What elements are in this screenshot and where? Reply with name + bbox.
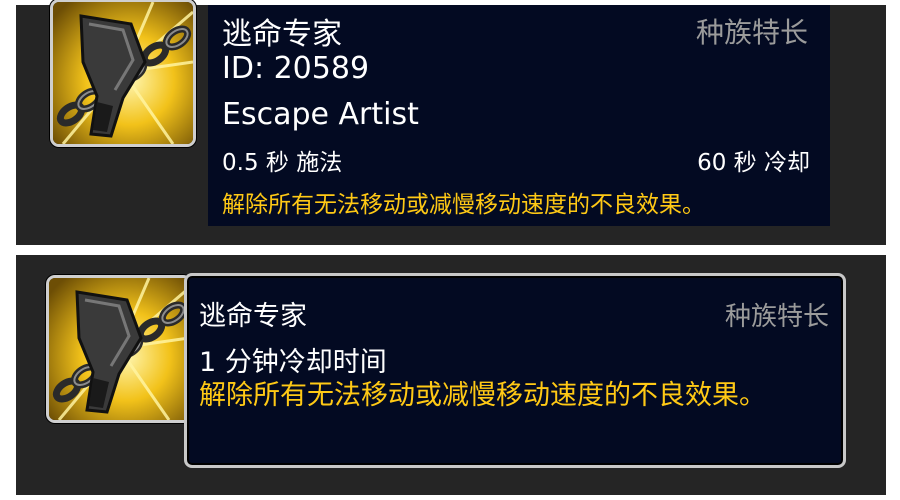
spell-cooldown: 60 秒 冷却 xyxy=(697,150,810,176)
escape-artist-icon-art xyxy=(53,2,193,144)
escape-artist-icon[interactable] xyxy=(46,275,192,423)
tooltip-panel-bottom: 逃命专家 种族特长 1 分钟冷却时间 解除所有无法移动或减慢移动速度的不良效果。 xyxy=(16,255,886,495)
spell-category: 种族特长 xyxy=(695,16,808,49)
tooltip-panel-top: 逃命专家 种族特长 ID: 20589 Escape Artist 0.5 秒 … xyxy=(16,0,886,245)
spell-description: 解除所有无法移动或减慢移动速度的不良效果。 xyxy=(199,380,766,411)
escape-artist-icon-art xyxy=(49,278,189,420)
spell-english-name: Escape Artist xyxy=(222,97,419,132)
spell-category: 种族特长 xyxy=(724,302,829,332)
escape-artist-icon[interactable] xyxy=(50,0,196,147)
spell-tooltip: 逃命专家 种族特长 1 分钟冷却时间 解除所有无法移动或减慢移动速度的不良效果。 xyxy=(184,273,846,468)
spell-tooltip: 逃命专家 种族特长 ID: 20589 Escape Artist 0.5 秒 … xyxy=(208,5,830,226)
spell-cooldown: 1 分钟冷却时间 xyxy=(199,347,387,378)
spell-id: ID: 20589 xyxy=(222,51,370,86)
spell-description: 解除所有无法移动或减慢移动速度的不良效果。 xyxy=(222,192,705,218)
